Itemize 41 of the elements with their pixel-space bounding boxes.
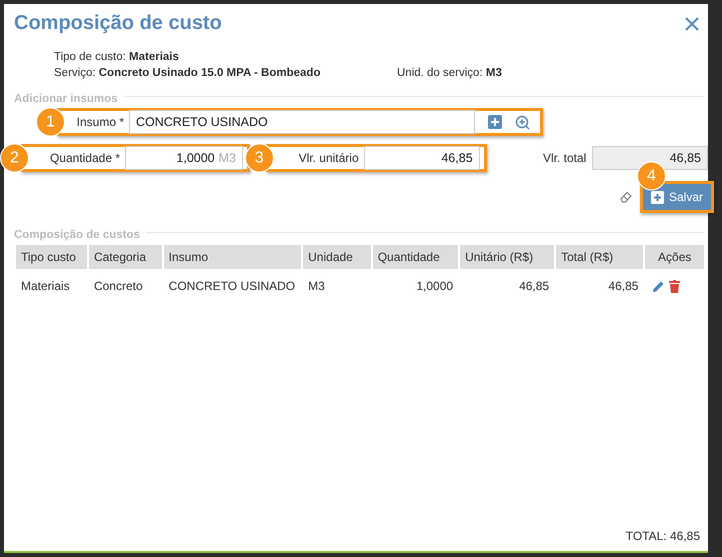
section-title: Adicionar insumos <box>14 93 118 105</box>
column-header: Quantidade <box>372 245 458 269</box>
table-cell-text: Materiais <box>20 278 71 295</box>
service-unit-text: Unid. do serviço: M3 <box>397 67 502 79</box>
quantity-field[interactable]: 1,0000 M3 <box>125 146 243 170</box>
total-value-field: 46,85 <box>592 146 708 170</box>
zoom-in-icon[interactable] <box>515 114 530 130</box>
dialog-title: Composição de custo <box>14 12 222 35</box>
column-header: Unidade <box>303 245 371 269</box>
delete-icon[interactable] <box>669 280 680 292</box>
column-header: Ações <box>645 245 704 269</box>
add-icon[interactable] <box>488 115 502 129</box>
table-cell-text: Concreto <box>92 278 144 295</box>
column-header: Total (R$) <box>556 245 644 269</box>
column-header: Unitário (R$) <box>460 245 554 269</box>
table-cell-text: 46,85 <box>607 278 640 295</box>
save-button[interactable]: Salvar <box>643 184 712 210</box>
callout-number: 2 <box>0 144 29 172</box>
edit-icon[interactable] <box>652 280 666 292</box>
unit-text: M3 <box>218 151 236 165</box>
service-text: Serviço: Concreto Usinado 15.0 MPA - Bombeado <box>54 67 320 79</box>
table-cell-text: M3 <box>307 278 326 295</box>
column-header: Insumo <box>164 245 302 269</box>
column-header: Categoria <box>88 245 162 269</box>
table-cell-text: 46,85 <box>518 278 550 295</box>
cost-type-text: Tipo de custo: Materiais <box>54 51 179 63</box>
insumo-field[interactable]: CONCRETO USINADO <box>129 110 475 134</box>
plus-icon <box>651 190 664 204</box>
field-label: Quantidade * <box>48 151 120 165</box>
field-label: Vlr. unitário <box>298 151 359 165</box>
unit-value-field[interactable]: 46,85 <box>364 146 480 170</box>
table-cell-text: 1,0000 <box>415 278 454 295</box>
section-title: Composição de custos <box>14 229 140 241</box>
callout-number: 1 <box>36 108 65 136</box>
column-header: Tipo custo <box>16 245 87 269</box>
field-label: Insumo * <box>76 115 124 129</box>
total-text: TOTAL: 46,85 <box>624 529 701 545</box>
eraser-icon[interactable] <box>620 191 632 203</box>
field-label: Vlr. total <box>542 151 586 165</box>
table-cell-text: CONCRETO USINADO <box>168 278 296 295</box>
callout-number: 3 <box>244 144 274 172</box>
